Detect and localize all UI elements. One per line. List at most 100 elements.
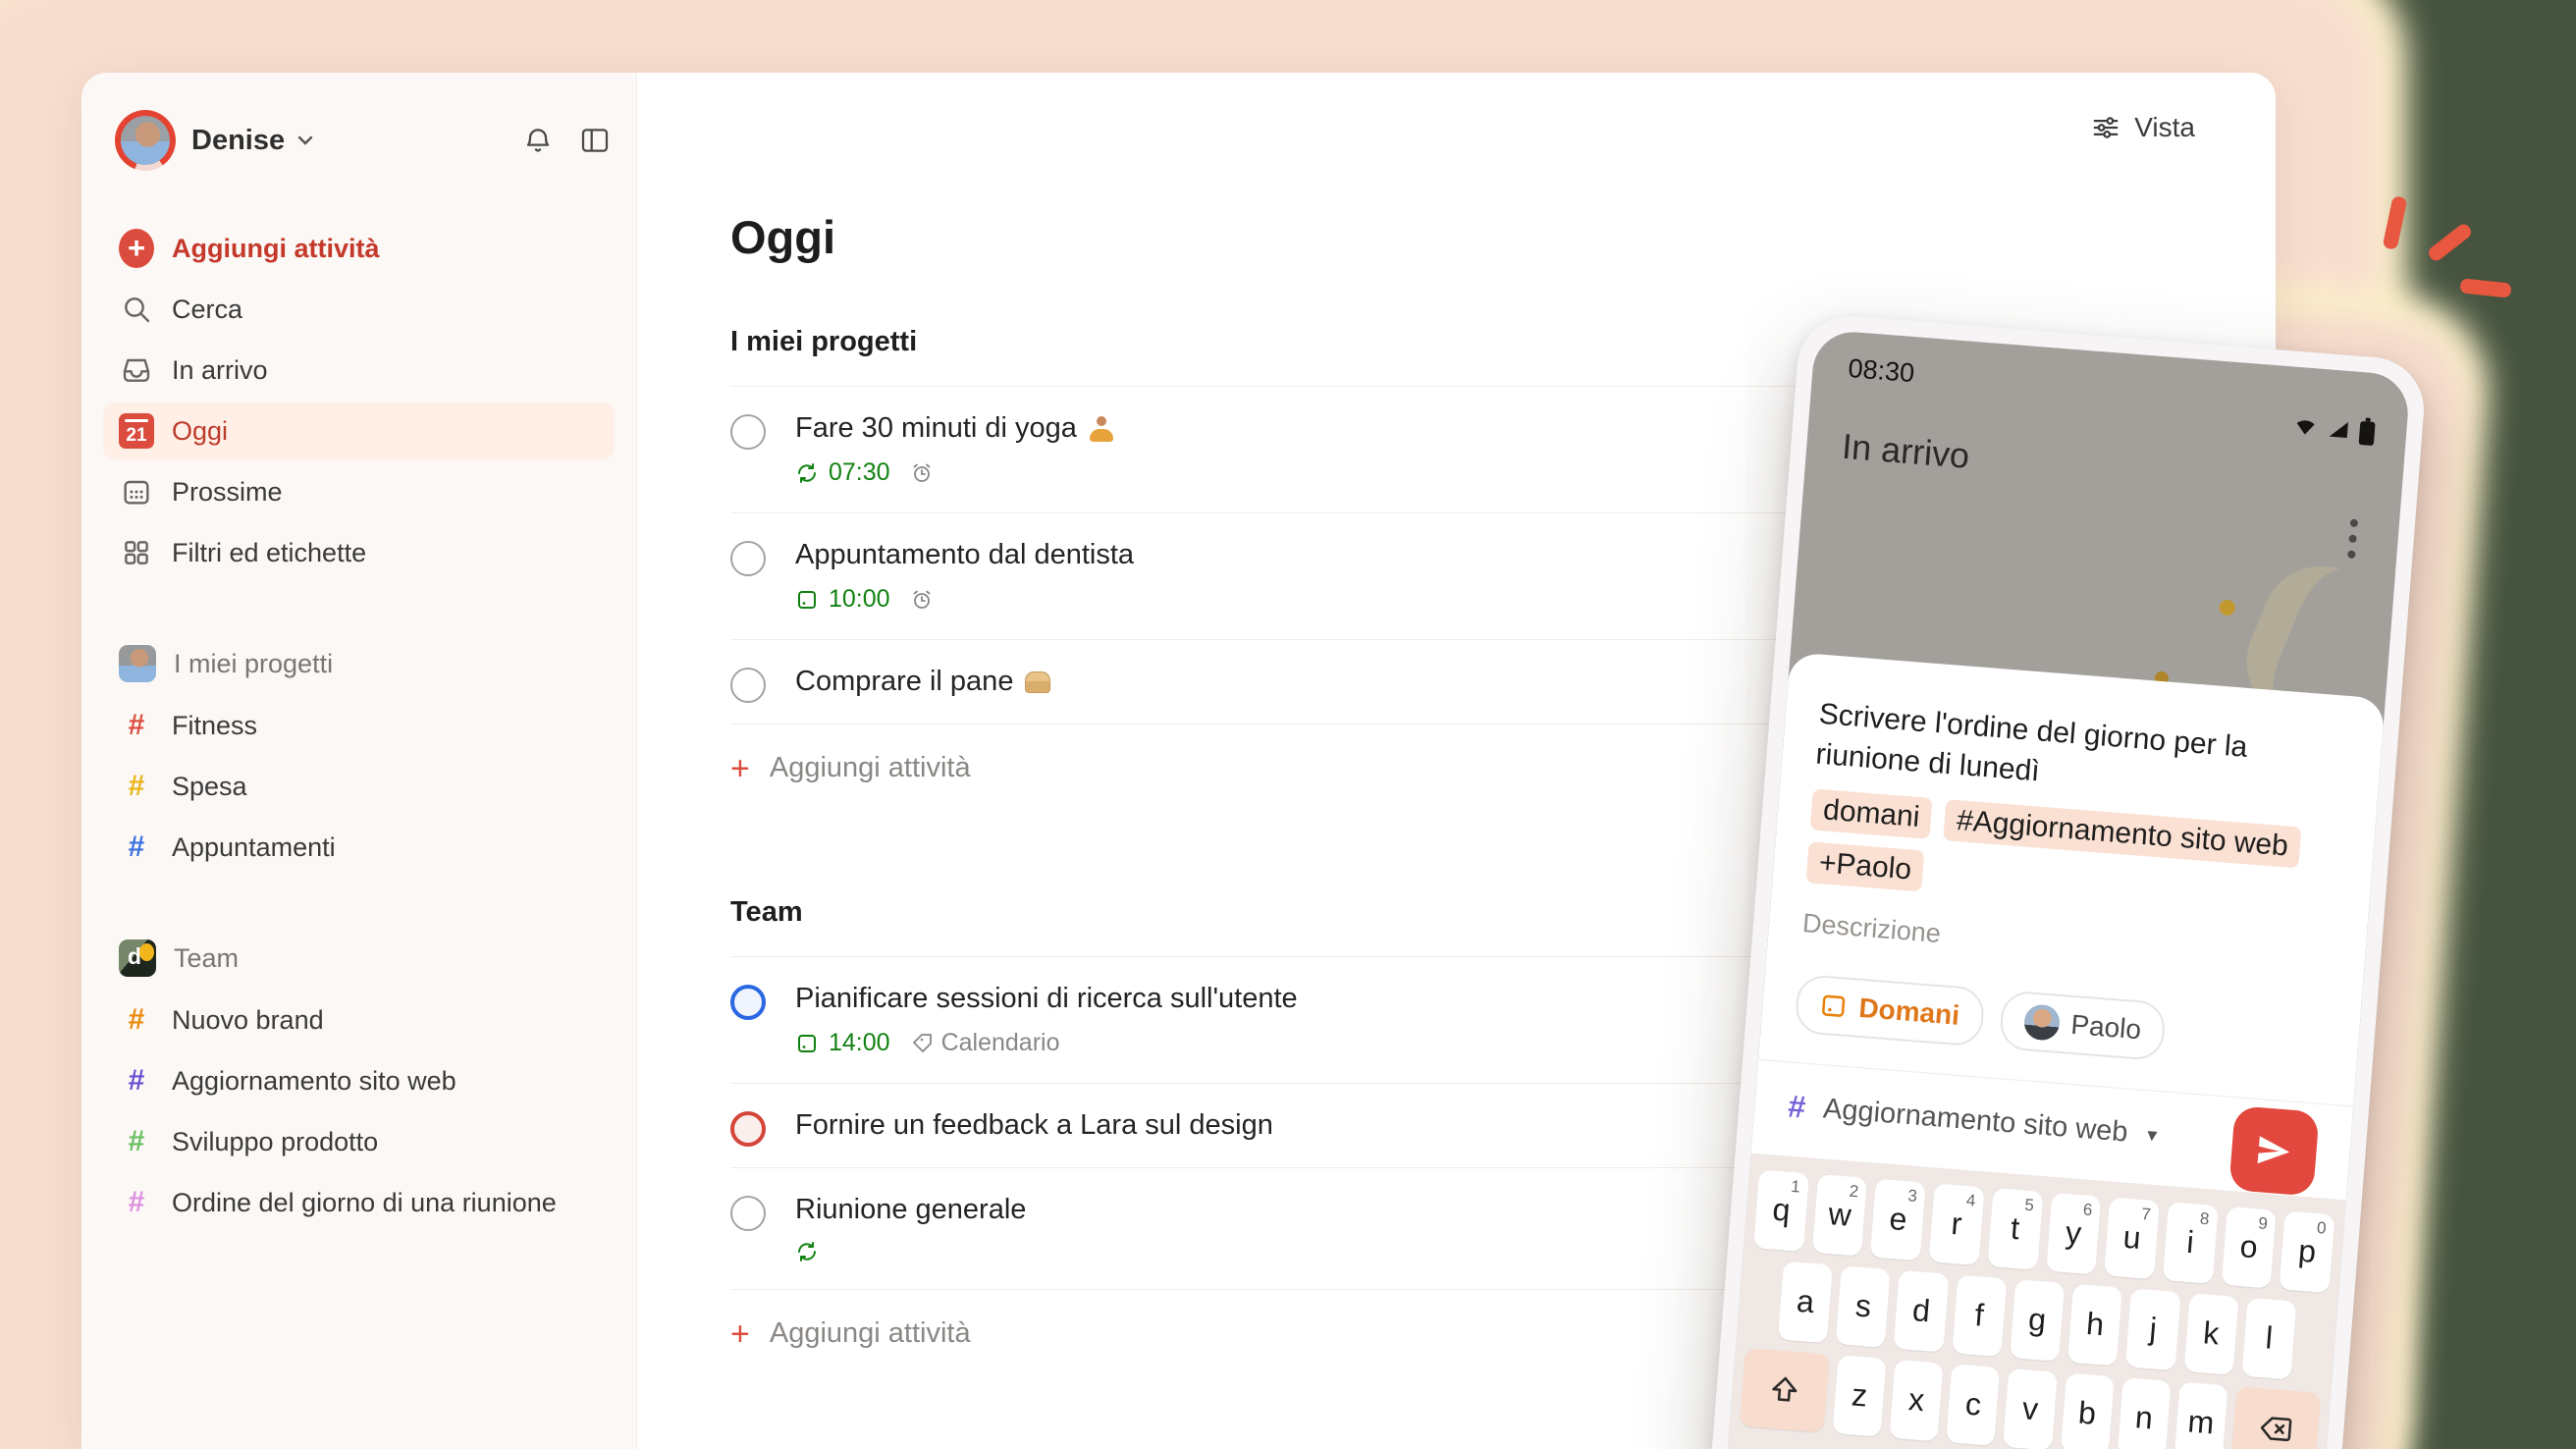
toggle-sidebar-icon[interactable] [579, 125, 611, 156]
task-checkbox[interactable] [730, 414, 766, 450]
keyboard-key[interactable]: n [2117, 1376, 2172, 1449]
phone-screen: 08:30 In arrivo Scrivere l'ordine del gi… [1718, 329, 2411, 1449]
virtual-keyboard: 1q2w3e4r5t6y7u8i9o0p asdfghjkl zxcvbnm [1718, 1153, 2346, 1449]
keyboard-key[interactable]: c [1946, 1364, 2001, 1446]
recurring-icon [795, 1240, 819, 1263]
wifi-icon [2292, 414, 2320, 440]
kebab-menu-icon[interactable] [2346, 518, 2359, 566]
input-token[interactable]: domani [1809, 788, 1933, 839]
task-time: 07:30 [829, 458, 890, 486]
notifications-bell-icon[interactable] [522, 125, 554, 156]
keyboard-key[interactable]: 2w [1811, 1173, 1868, 1257]
task-time: 14:00 [829, 1029, 890, 1056]
section-my-projects[interactable]: I miei progetti [119, 634, 599, 693]
caret-down-icon: ▾ [2146, 1124, 2159, 1147]
plus-icon: + [119, 229, 154, 268]
quick-add-chips: Domani Paolo [1794, 973, 2327, 1074]
keyboard-key[interactable]: v [2003, 1368, 2058, 1449]
keyboard-key[interactable]: j [2125, 1288, 2181, 1370]
user-name[interactable]: Denise [191, 125, 285, 157]
keyboard-key[interactable]: 6y [2045, 1192, 2102, 1275]
keyboard-key[interactable]: b [2060, 1372, 2115, 1449]
keyboard-key[interactable]: f [1951, 1274, 2008, 1357]
phone-mockup: 08:30 In arrivo Scrivere l'ordine del gi… [1701, 312, 2429, 1449]
keyboard-key[interactable]: s [1835, 1265, 1892, 1348]
shift-key[interactable] [1739, 1347, 1830, 1433]
sidebar-item-filters-labels[interactable]: Filtri ed etichette [103, 524, 615, 581]
keyboard-key[interactable]: m [2174, 1381, 2228, 1449]
sidebar-item-inbox[interactable]: In arrivo [103, 342, 615, 399]
project-hash-icon: # [128, 1125, 145, 1157]
page-title: Oggi [730, 211, 836, 263]
keyboard-key[interactable]: g [2009, 1278, 2066, 1362]
signal-icon [2325, 416, 2352, 442]
send-button[interactable] [2228, 1104, 2320, 1197]
keyboard-key[interactable]: 8i [2162, 1201, 2219, 1284]
status-time: 08:30 [1847, 352, 1916, 389]
description-placeholder[interactable]: Descrizione [1801, 908, 2333, 980]
user-avatar-image [121, 116, 170, 165]
sidebar-project-item[interactable]: # Fitness [103, 697, 615, 754]
quick-add-sheet: Scrivere l'ordine del giorno per la riun… [1718, 652, 2386, 1449]
sidebar: Denise + Aggiungi attività Cerca In arri… [81, 73, 637, 1449]
input-token[interactable]: +Paolo [1805, 841, 1925, 892]
today-calendar-icon: 21 [119, 413, 154, 449]
task-checkbox-priority-red[interactable] [730, 1111, 766, 1147]
phone-screen-title: In arrivo [1840, 425, 1971, 476]
keyboard-key[interactable]: 1q [1753, 1169, 1809, 1252]
project-hash-icon: # [128, 831, 145, 863]
sidebar-nav: + Aggiungi attività Cerca In arrivo 21 O… [81, 220, 636, 581]
add-task-button[interactable]: + Aggiungi attività [103, 220, 615, 277]
keyboard-key[interactable]: h [2067, 1283, 2123, 1367]
keyboard-key[interactable]: l [2241, 1297, 2297, 1380]
view-sliders-icon [2091, 113, 2120, 142]
paolo-avatar [2022, 1002, 2062, 1042]
my-projects-avatar [119, 645, 156, 682]
my-projects-list: # Fitness # Spesa # Appuntamenti [81, 697, 636, 876]
keyboard-key[interactable]: 7u [2104, 1197, 2161, 1279]
backspace-key[interactable] [2230, 1385, 2322, 1449]
task-checkbox[interactable] [730, 668, 766, 703]
user-avatar[interactable] [115, 110, 176, 171]
upcoming-calendar-icon [119, 476, 154, 508]
keyboard-key[interactable]: 4r [1928, 1183, 1985, 1265]
keyboard-key[interactable]: a [1777, 1261, 1834, 1344]
sidebar-item-upcoming[interactable]: Prossime [103, 463, 615, 520]
sidebar-header: Denise [115, 104, 611, 177]
keyboard-key[interactable]: 3e [1870, 1178, 1926, 1261]
input-token[interactable]: #Aggiornamento sito web [1943, 798, 2302, 869]
sidebar-item-today[interactable]: 21 Oggi [103, 402, 615, 459]
calendar-icon [795, 1032, 819, 1055]
sidebar-project-item[interactable]: # Aggiornamento sito web [103, 1052, 615, 1109]
project-hash-icon: # [1787, 1088, 1807, 1125]
map-dot [2219, 599, 2236, 617]
view-options-button[interactable]: Vista [2091, 112, 2195, 143]
task-checkbox-priority-blue[interactable] [730, 985, 766, 1020]
inbox-icon [119, 354, 154, 386]
keyboard-key[interactable]: d [1893, 1269, 1950, 1353]
label-tag-icon [910, 1032, 934, 1055]
task-checkbox[interactable] [730, 1196, 766, 1231]
sidebar-project-item[interactable]: # Sviluppo prodotto [103, 1113, 615, 1170]
keyboard-key[interactable]: x [1889, 1359, 1944, 1442]
date-chip[interactable]: Domani [1794, 973, 1986, 1047]
task-checkbox[interactable] [730, 541, 766, 576]
keyboard-key[interactable]: z [1832, 1355, 1887, 1437]
bread-emoji [1025, 671, 1051, 693]
project-hash-icon: # [128, 1003, 145, 1036]
search-icon [119, 294, 154, 325]
sidebar-project-item[interactable]: # Appuntamenti [103, 819, 615, 876]
battery-icon [2358, 417, 2376, 446]
sidebar-project-item[interactable]: # Spesa [103, 758, 615, 815]
keyboard-key[interactable]: 0p [2279, 1210, 2335, 1294]
keyboard-key[interactable]: k [2183, 1292, 2239, 1375]
section-team[interactable]: d Team [119, 929, 599, 988]
filters-grid-icon [119, 537, 154, 568]
assignee-chip[interactable]: Paolo [1998, 990, 2168, 1061]
sidebar-project-item[interactable]: # Nuovo brand [103, 992, 615, 1048]
chevron-down-icon[interactable] [295, 130, 316, 151]
keyboard-key[interactable]: 9o [2221, 1206, 2278, 1289]
sidebar-project-item[interactable]: # Ordine del giorno di una riunione [103, 1174, 615, 1231]
sidebar-item-search[interactable]: Cerca [103, 281, 615, 338]
keyboard-key[interactable]: 5t [1987, 1187, 2043, 1270]
